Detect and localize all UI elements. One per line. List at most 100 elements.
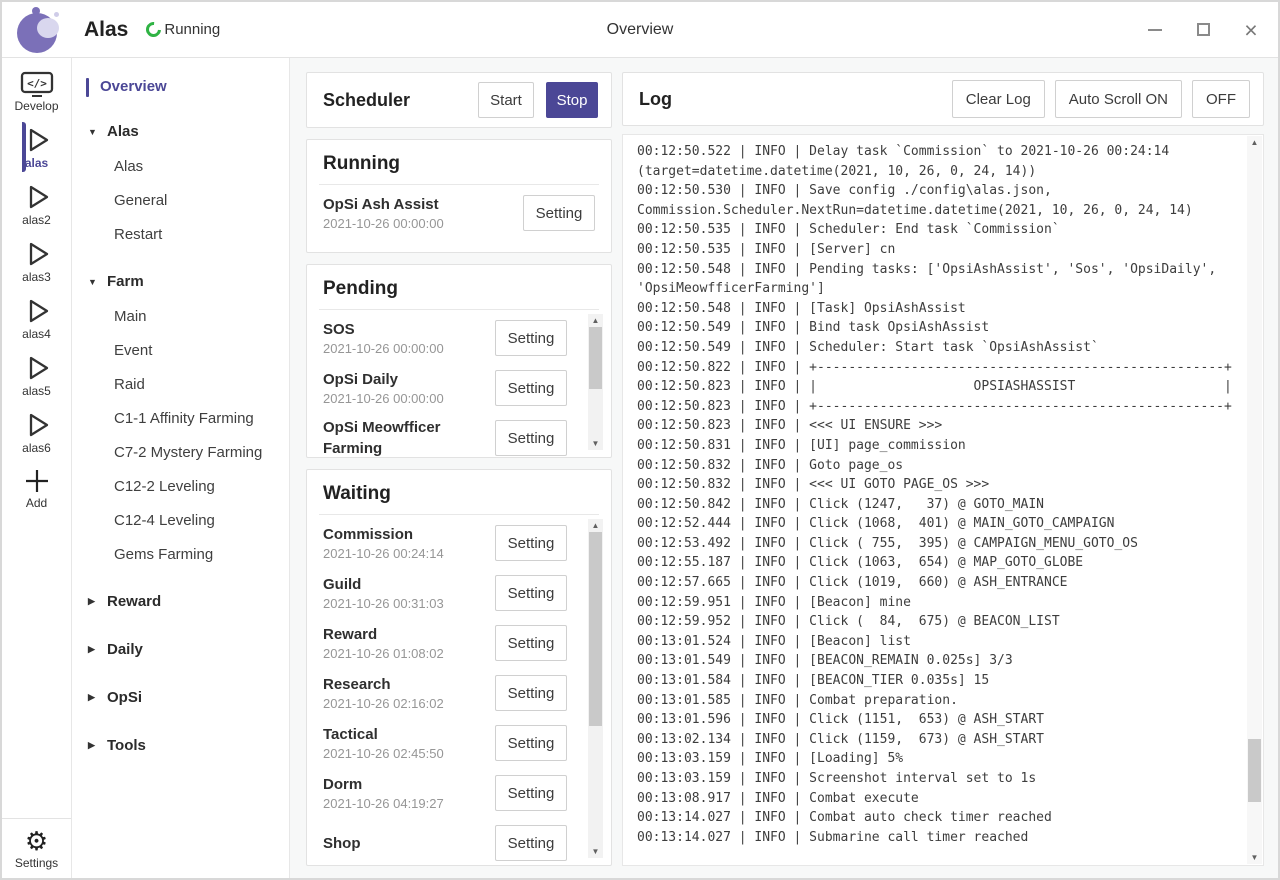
setting-button[interactable]: Setting: [495, 420, 567, 456]
minimize-button[interactable]: [1146, 21, 1164, 39]
log-line: 00:12:50.823 | INFO | <<< UI ENSURE >>>: [637, 416, 1235, 436]
task-time: 2021-10-26 02:16:02: [323, 695, 495, 713]
setting-button[interactable]: Setting: [495, 775, 567, 811]
log-scrollbar[interactable]: ▲▼: [1247, 136, 1262, 864]
nav-subitem-c12-2-leveling[interactable]: C12-2 Leveling: [72, 469, 289, 503]
setting-button[interactable]: Setting: [495, 525, 567, 561]
close-button[interactable]: ×: [1242, 21, 1260, 39]
setting-button[interactable]: Setting: [495, 575, 567, 611]
nav-group-header-opsi[interactable]: ▶OpSi: [72, 680, 289, 715]
scrollbar-track[interactable]: [588, 532, 603, 845]
rail-item-alas[interactable]: alas: [22, 120, 52, 174]
rail-item-alas3[interactable]: alas3: [22, 234, 52, 288]
plus-icon: [23, 467, 51, 495]
nav-subitem-restart[interactable]: Restart: [72, 217, 289, 251]
setting-button[interactable]: Setting: [495, 825, 567, 861]
rail-item-label: Develop: [14, 99, 58, 113]
rail-item-alas6[interactable]: alas6: [22, 405, 52, 459]
nav-subitem-event[interactable]: Event: [72, 333, 289, 367]
pending-scrollbar[interactable]: ▲▼: [588, 314, 603, 450]
auto-scroll-off-button[interactable]: OFF: [1192, 80, 1250, 118]
clear-log-button[interactable]: Clear Log: [952, 80, 1045, 118]
task-time: 2021-10-26 01:08:02: [323, 645, 495, 663]
scrollbar-track[interactable]: [588, 327, 603, 437]
rail-item-settings[interactable]: ⚙ Settings: [2, 818, 71, 878]
nav-group-tools: ▶Tools: [72, 728, 289, 763]
log-line: 00:13:01.584 | INFO | [BEACON_TIER 0.035…: [637, 671, 1235, 691]
nav-group-header-farm[interactable]: ▼Farm: [72, 264, 289, 299]
scheduler-column: Scheduler Start Stop RunningOpSi Ash Ass…: [306, 72, 612, 866]
scroll-up-icon[interactable]: ▲: [592, 519, 600, 532]
task-info: Dorm2021-10-26 04:19:27: [323, 774, 495, 813]
log-line: 00:12:50.535 | INFO | [Server] cn: [637, 240, 1235, 260]
log-line: 00:12:52.444 | INFO | Click (1068, 401) …: [637, 514, 1235, 534]
setting-button[interactable]: Setting: [495, 625, 567, 661]
scroll-down-icon[interactable]: ▼: [592, 845, 600, 858]
setting-button[interactable]: Setting: [495, 675, 567, 711]
scroll-down-icon[interactable]: ▼: [592, 437, 600, 450]
start-button[interactable]: Start: [478, 82, 534, 118]
nav-subitem-c12-4-leveling[interactable]: C12-4 Leveling: [72, 503, 289, 537]
stop-button[interactable]: Stop: [546, 82, 598, 118]
rail-item-alas2[interactable]: alas2: [22, 177, 52, 231]
setting-button[interactable]: Setting: [495, 370, 567, 406]
setting-button[interactable]: Setting: [495, 725, 567, 761]
waiting-section: WaitingCommission2021-10-26 00:24:14Sett…: [306, 469, 612, 866]
log-line: 00:12:50.822 | INFO | +-----------------…: [637, 358, 1235, 378]
task-row: OpSi Ash Assist2021-10-26 00:00:00Settin…: [323, 188, 595, 238]
nav-subitem-raid[interactable]: Raid: [72, 367, 289, 401]
rail-instances: alas alas2alas3alas4alas5alas6: [22, 120, 52, 462]
scrollbar-track[interactable]: [1247, 149, 1262, 851]
scheduler-panel: Scheduler Start Stop: [306, 72, 612, 128]
nav-group-header-alas[interactable]: ▼Alas: [72, 114, 289, 149]
task-list-waiting: Commission2021-10-26 00:24:14SettingGuil…: [307, 515, 611, 865]
nav-subitem-general[interactable]: General: [72, 183, 289, 217]
log-line: 00:12:55.187 | INFO | Click (1063, 654) …: [637, 553, 1235, 573]
scrollbar-thumb[interactable]: [589, 532, 602, 726]
log-line: 00:12:50.530 | INFO | Save config ./conf…: [637, 181, 1235, 201]
nav-group-header-daily[interactable]: ▶Daily: [72, 632, 289, 667]
task-time: 2021-10-26 00:24:14: [323, 545, 495, 563]
nav-item-overview[interactable]: Overview: [72, 72, 289, 101]
scroll-up-icon[interactable]: ▲: [592, 314, 600, 327]
active-instance-indicator: [22, 122, 26, 172]
log-line: 00:13:03.159 | INFO | [Loading] 5%: [637, 749, 1235, 769]
rail-item-alas4[interactable]: alas4: [22, 291, 52, 345]
task-list-pending: SOS2021-10-26 00:00:00SettingOpSi Daily2…: [307, 310, 611, 457]
pending-section: PendingSOS2021-10-26 00:00:00SettingOpSi…: [306, 264, 612, 458]
rail-item-add[interactable]: Add: [2, 462, 71, 514]
nav-subitem-alas[interactable]: Alas: [72, 149, 289, 183]
maximize-button[interactable]: [1194, 21, 1212, 39]
task-row: OpSi Meowfficer FarmingSetting: [323, 413, 567, 457]
section-title-pending: Pending: [307, 265, 611, 309]
nav-group-header-reward[interactable]: ▶Reward: [72, 584, 289, 619]
log-line: 00:13:03.159 | INFO | Screenshot interva…: [637, 769, 1235, 789]
log-output[interactable]: 00:12:50.522 | INFO | Delay task `Commis…: [622, 134, 1264, 866]
play-icon: [22, 410, 52, 440]
task-time: 2021-10-26 00:31:03: [323, 595, 495, 613]
nav-group-daily: ▶Daily: [72, 632, 289, 667]
rail-item-label: alas: [25, 156, 48, 170]
rail-item-develop[interactable]: </> Develop: [2, 66, 71, 117]
waiting-scrollbar[interactable]: ▲▼: [588, 519, 603, 858]
log-line: 00:12:50.832 | INFO | Goto page_os: [637, 456, 1235, 476]
titlebar: Alas Running Overview ×: [2, 2, 1278, 58]
setting-button[interactable]: Setting: [495, 320, 567, 356]
scroll-down-icon[interactable]: ▼: [1251, 851, 1259, 864]
setting-button[interactable]: Setting: [523, 195, 595, 231]
nav-subitem-c1-1-affinity-farming[interactable]: C1-1 Affinity Farming: [72, 401, 289, 435]
rail-item-alas5[interactable]: alas5: [22, 348, 52, 402]
nav-group-header-tools[interactable]: ▶Tools: [72, 728, 289, 763]
scrollbar-thumb[interactable]: [589, 327, 602, 389]
auto-scroll-on-button[interactable]: Auto Scroll ON: [1055, 80, 1182, 118]
task-info: OpSi Daily2021-10-26 00:00:00: [323, 369, 495, 408]
nav-subitem-c7-2-mystery-farming[interactable]: C7-2 Mystery Farming: [72, 435, 289, 469]
scheduler-status-text: Running: [164, 21, 220, 38]
nav-subitem-main[interactable]: Main: [72, 299, 289, 333]
section-title-waiting: Waiting: [307, 470, 611, 514]
scrollbar-thumb[interactable]: [1248, 739, 1261, 802]
scroll-up-icon[interactable]: ▲: [1251, 136, 1259, 149]
log-title: Log: [639, 89, 942, 110]
app-logo-icon: [14, 6, 62, 54]
nav-subitem-gems-farming[interactable]: Gems Farming: [72, 537, 289, 571]
